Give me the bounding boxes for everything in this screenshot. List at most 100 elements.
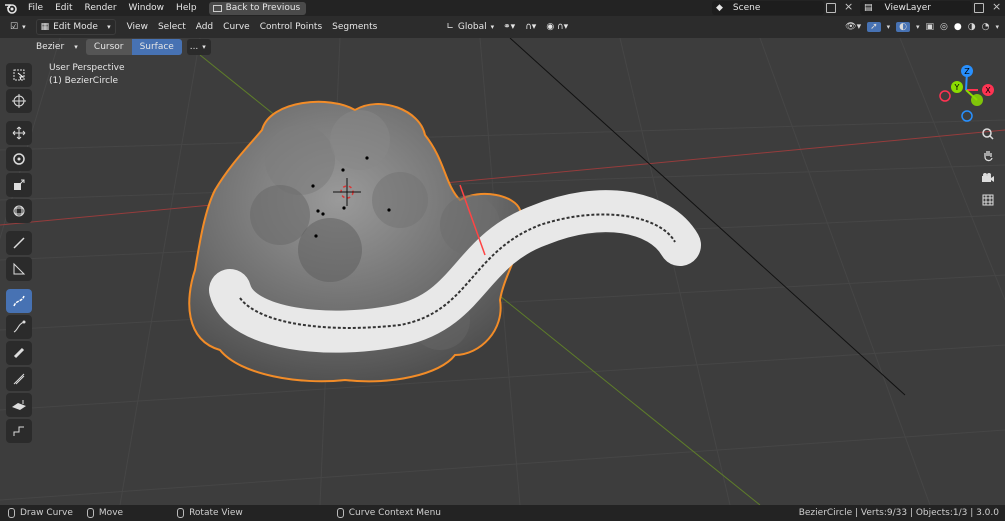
mode-label: Edit Mode: [53, 22, 98, 32]
camera-icon[interactable]: [977, 168, 999, 188]
mouse-middle-icon: [86, 508, 94, 518]
xray-icon[interactable]: ▣: [926, 22, 935, 32]
randomize-tool-icon[interactable]: [6, 419, 32, 443]
remove-scene-icon[interactable]: ×: [844, 0, 853, 13]
neg-y-axis-handle[interactable]: [971, 94, 983, 106]
gizmo-toggle-icon[interactable]: ➚: [867, 22, 881, 32]
scene-selector[interactable]: ◆ Scene: [712, 1, 824, 15]
back-to-previous-button[interactable]: Back to Previous: [208, 1, 307, 15]
menu-window[interactable]: Window: [123, 0, 171, 16]
status-move: Move: [98, 508, 124, 518]
blender-logo-icon[interactable]: [0, 0, 22, 16]
annotate-tool-icon[interactable]: [6, 231, 32, 255]
status-bar: Draw Curve Move Rotate View Curve Contex…: [0, 505, 1005, 521]
menu-view[interactable]: View: [122, 19, 153, 35]
chevron-down-icon[interactable]: ▾: [887, 23, 891, 31]
menu-edit[interactable]: Edit: [49, 0, 78, 16]
radius-tool-icon[interactable]: [6, 367, 32, 391]
extrude-tool-icon[interactable]: [6, 393, 32, 417]
chevron-down-icon: ▾: [107, 23, 111, 31]
draw-curve-tool-icon[interactable]: [6, 289, 32, 313]
chevron-down-icon[interactable]: ▾: [995, 23, 999, 31]
overlays-icon[interactable]: ◐: [896, 22, 911, 32]
toolbar-left: [6, 63, 34, 445]
editor-type-menu[interactable]: ☑ ▾: [6, 19, 30, 35]
viewport-scene: [0, 38, 1005, 505]
status-left-click: Draw Curve: [8, 508, 73, 518]
rotate-tool-icon[interactable]: [6, 147, 32, 171]
status-rotate: Rotate View: [177, 508, 243, 518]
scale-tool-icon[interactable]: [6, 173, 32, 197]
pivot-icon[interactable]: ⚭▾: [498, 19, 520, 35]
orientation-label: Global: [457, 22, 487, 32]
menu-select[interactable]: Select: [153, 19, 191, 35]
solid-shading-icon[interactable]: ●: [954, 22, 962, 32]
more-options-button[interactable]: ... ▾: [186, 39, 211, 55]
active-object-label: (1) BezierCircle: [49, 76, 119, 86]
scene-name: Scene: [732, 3, 761, 13]
status-context: Curve Context Menu: [336, 508, 441, 518]
pan-hand-icon[interactable]: [977, 146, 999, 166]
chevron-down-icon[interactable]: ▾: [916, 23, 920, 31]
depth-cursor-button[interactable]: Cursor: [85, 39, 132, 55]
move-tool-icon[interactable]: [6, 121, 32, 145]
curve-type-selector[interactable]: Bezier ▾: [32, 39, 82, 55]
remove-view-layer-icon[interactable]: ×: [992, 0, 1001, 13]
menu-help[interactable]: Help: [170, 0, 203, 16]
wireframe-shading-icon[interactable]: ◎: [940, 22, 948, 32]
status-middle: Move: [86, 508, 124, 518]
menu-file[interactable]: File: [22, 0, 49, 16]
mouse-left-icon: [8, 508, 15, 518]
viewport-info: User Perspective (1) BezierCircle: [49, 62, 125, 88]
rendered-shading-icon[interactable]: ◔: [982, 22, 990, 32]
visibility-icon[interactable]: 👁▾: [845, 22, 861, 32]
orientation-icon: ∟: [446, 22, 454, 32]
menu-curve[interactable]: Curve: [218, 19, 255, 35]
curve-pen-tool-icon[interactable]: [6, 315, 32, 339]
mouse-right-icon: [336, 508, 344, 518]
new-scene-icon[interactable]: [826, 3, 836, 13]
view3d-icon: ☑: [10, 22, 19, 32]
curve-type-label: Bezier: [36, 42, 65, 52]
menu-render[interactable]: Render: [79, 0, 123, 16]
navigation-gizmo[interactable]: Z X Y: [935, 62, 997, 124]
scene-statistics: BezierCircle | Verts:9/33 | Objects:1/3 …: [798, 508, 999, 518]
top-menu-bar: File Edit Render Window Help Back to Pre…: [0, 0, 1005, 16]
mode-selector[interactable]: ▦ Edit Mode ▾: [35, 19, 116, 35]
ortho-grid-icon[interactable]: [977, 190, 999, 210]
layers-icon: ▤: [864, 3, 873, 13]
scene-icon: ◆: [716, 3, 723, 13]
tool-settings-header: Bezier ▾ Cursor Surface ... ▾: [0, 38, 1005, 56]
neg-x-axis-handle[interactable]: [939, 90, 951, 102]
depth-surface-button[interactable]: Surface: [131, 39, 182, 55]
z-label: Z: [964, 67, 970, 76]
transform-orientation-selector[interactable]: ∟ Global ▾: [442, 19, 499, 35]
chevron-down-icon: ▾: [490, 23, 495, 31]
3d-viewport[interactable]: [0, 38, 1005, 505]
measure-tool-icon[interactable]: [6, 257, 32, 281]
perspective-label: User Perspective: [49, 63, 125, 73]
menu-segments[interactable]: Segments: [327, 19, 382, 35]
mouse-drag-icon: [177, 508, 185, 518]
material-shading-icon[interactable]: ◑: [968, 22, 976, 32]
chevron-down-icon: ▾: [74, 43, 78, 51]
status-draw-curve: Draw Curve: [20, 508, 73, 518]
screen-icon: [212, 4, 222, 12]
menu-control-points[interactable]: Control Points: [255, 19, 327, 35]
y-label: Y: [954, 83, 960, 92]
new-view-layer-icon[interactable]: [974, 3, 984, 13]
view-layer-selector[interactable]: ▤ ViewLayer: [860, 1, 972, 15]
transform-tool-icon[interactable]: [6, 199, 32, 223]
status-context-menu: Curve Context Menu: [348, 508, 441, 518]
zoom-icon[interactable]: [977, 124, 999, 144]
tilt-tool-icon[interactable]: [6, 341, 32, 365]
edit-mode-icon: ▦: [40, 22, 50, 32]
cursor-tool-icon[interactable]: [6, 89, 32, 113]
view-layer-name: ViewLayer: [884, 3, 931, 13]
select-box-icon[interactable]: [6, 63, 32, 87]
neg-z-axis-handle[interactable]: [961, 110, 973, 122]
viewport-header: ☑ ▾ ▦ Edit Mode ▾ View Select Add Curve C…: [0, 16, 1005, 38]
menu-add[interactable]: Add: [191, 19, 218, 35]
snap-icon[interactable]: ∩▾: [520, 19, 541, 35]
proportional-edit-icon[interactable]: ◉ ∩▾: [541, 19, 573, 35]
